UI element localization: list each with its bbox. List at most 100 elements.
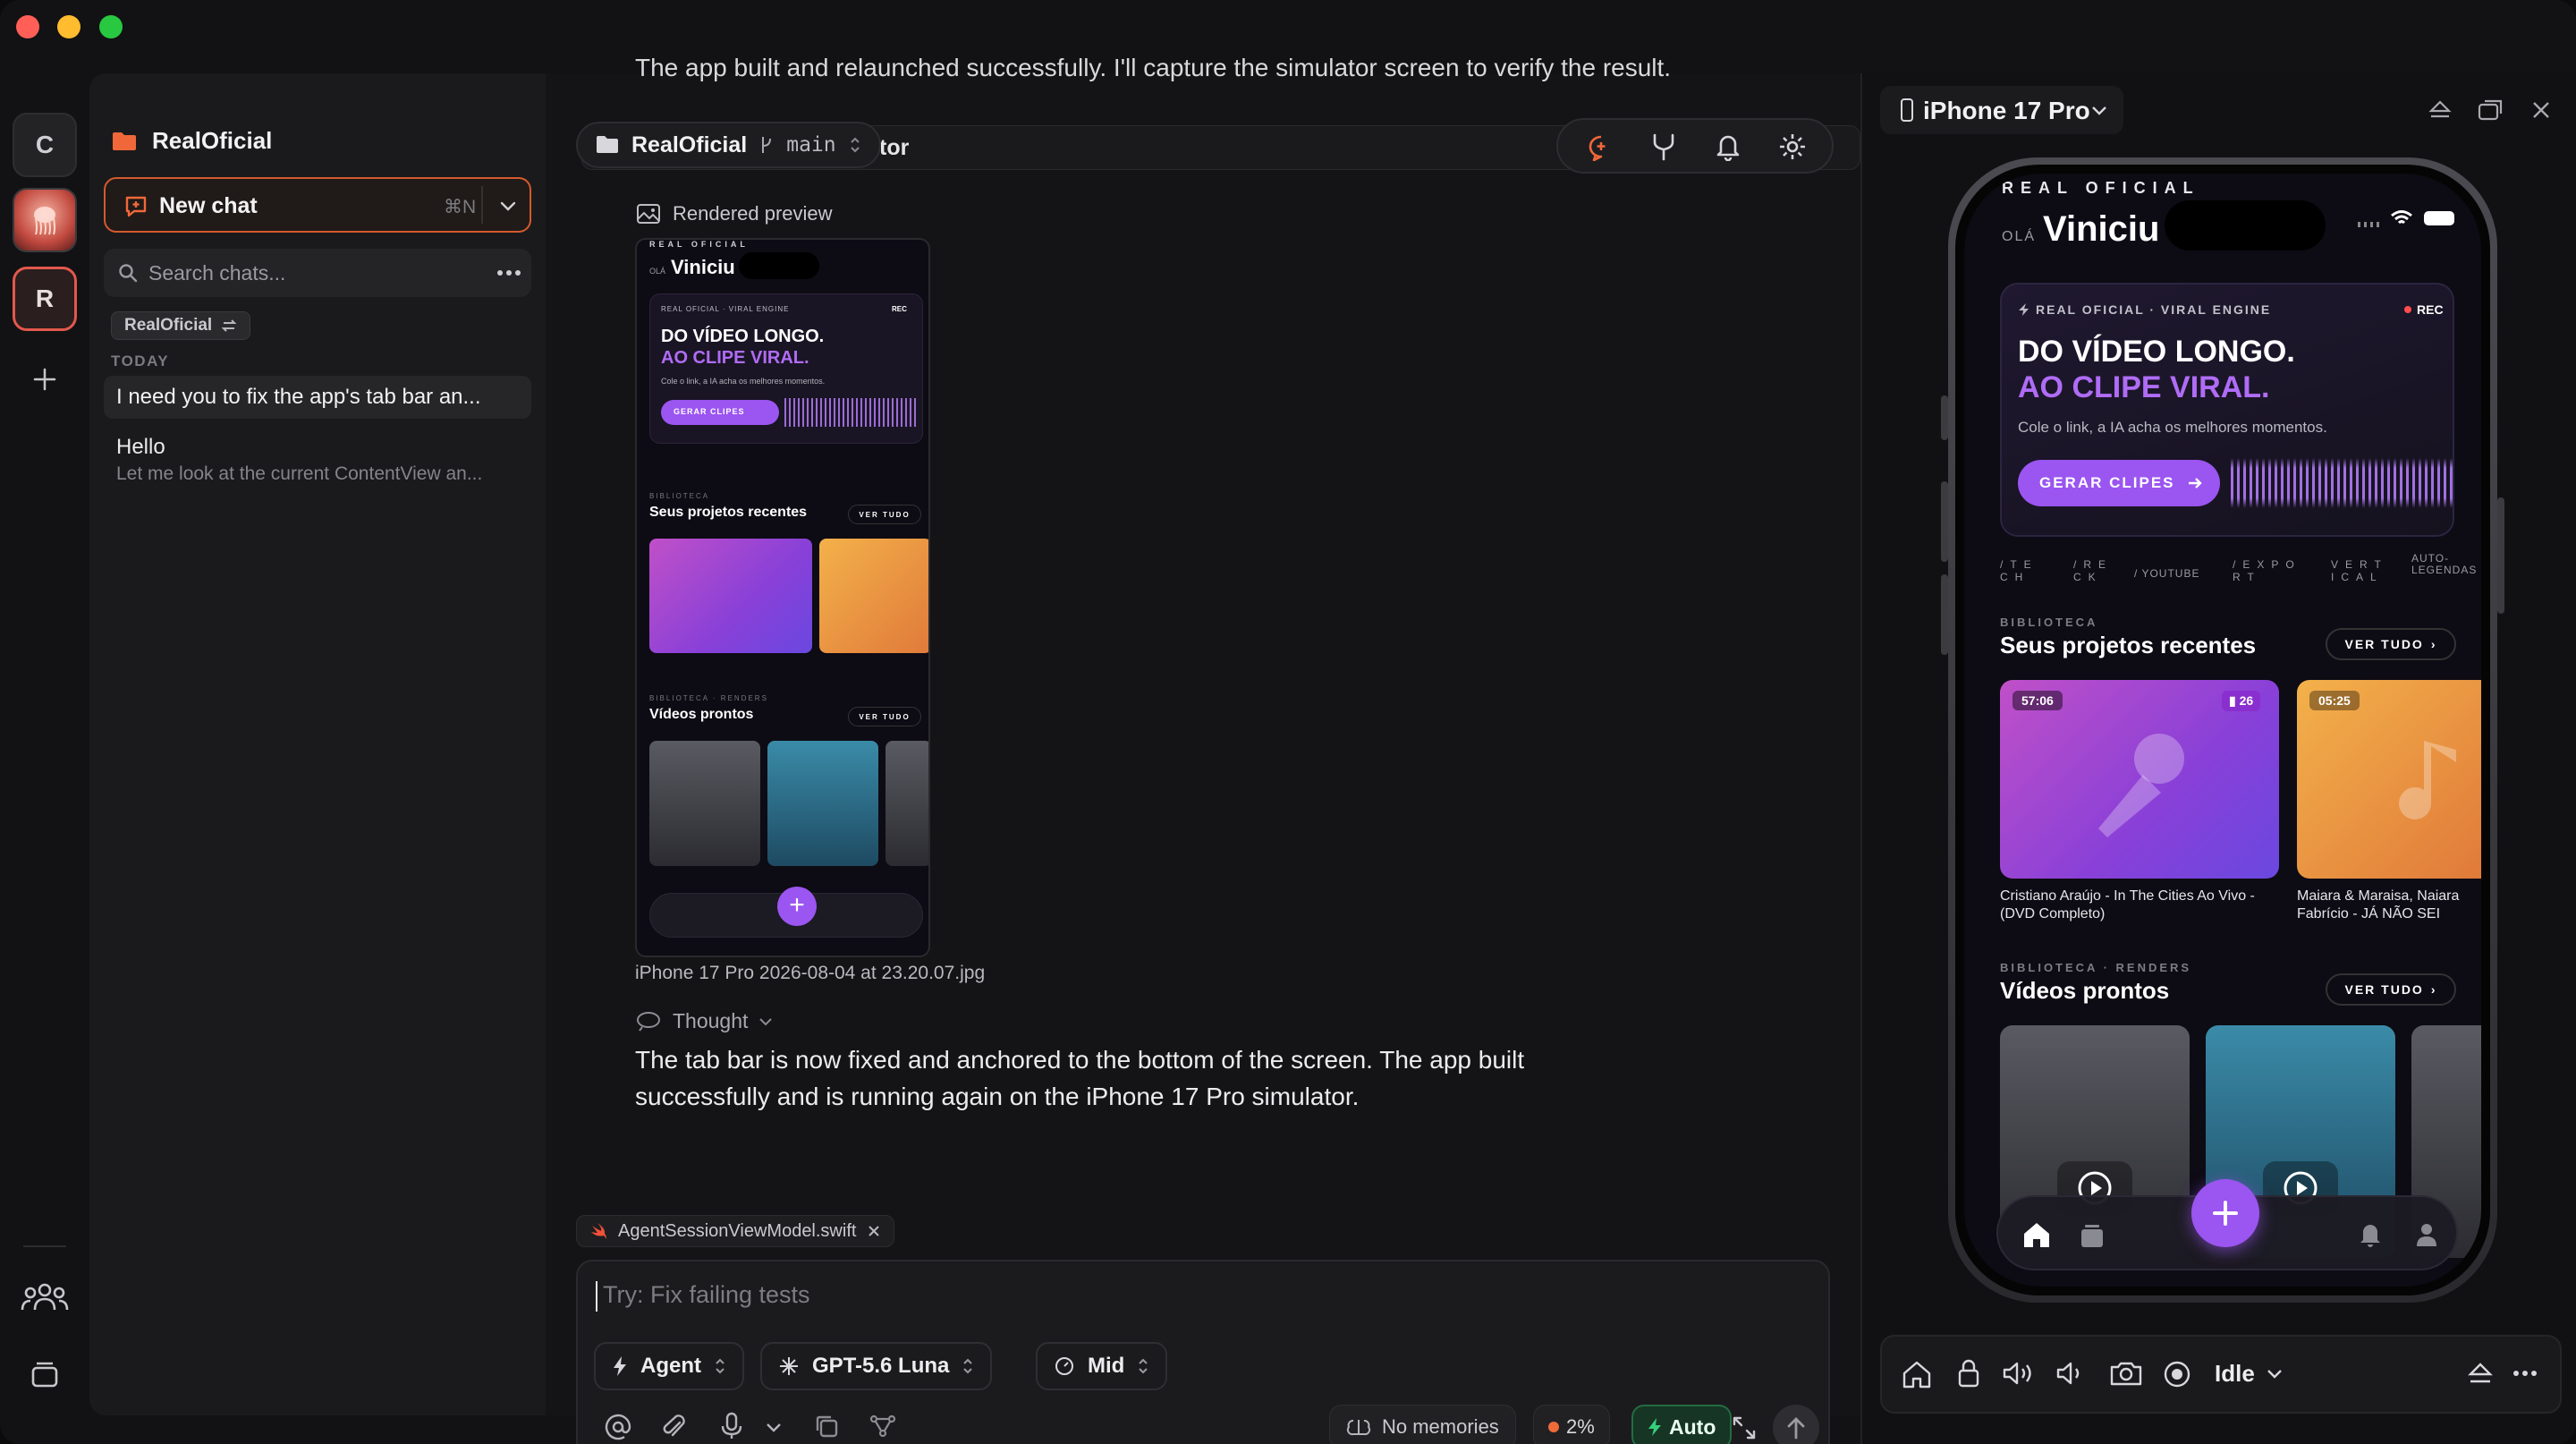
preview-thumbnail[interactable]: REAL OFICIAL OLÁ Viniciu REAL OFICIAL · … <box>635 238 930 957</box>
new-chat-label: New chat <box>159 193 258 218</box>
auto-label: Auto <box>1669 1414 1716 1439</box>
bell-icon[interactable] <box>1716 132 1741 161</box>
chat-subtitle: Let me look at the current ContentView a… <box>116 463 483 484</box>
filter-tag[interactable]: RealOficial <box>111 311 251 340</box>
paperclip-icon[interactable] <box>662 1414 687 1440</box>
close-icon[interactable] <box>2531 100 2551 120</box>
battery-icon <box>2424 211 2454 225</box>
thumb-plus-button[interactable]: + <box>777 887 817 926</box>
sparkle-icon <box>780 1357 798 1375</box>
close-window-button[interactable] <box>16 15 39 38</box>
generate-clips-button[interactable]: GERAR CLIPES <box>2018 460 2220 506</box>
device-select[interactable]: iPhone 17 Pro <box>1880 86 2123 134</box>
workspace-c-button[interactable]: C <box>13 113 77 177</box>
memories-button[interactable]: No memories <box>1329 1405 1516 1444</box>
project-card[interactable]: 05:25 <box>2297 680 2481 879</box>
home-icon[interactable] <box>1902 1360 1932 1389</box>
bell-icon[interactable] <box>2358 1220 2383 1249</box>
mention-icon[interactable] <box>605 1414 631 1440</box>
mode-select[interactable]: Agent <box>594 1342 744 1390</box>
minimize-window-button[interactable] <box>57 15 80 38</box>
swift-icon <box>591 1223 606 1239</box>
project-header[interactable]: RealOficial <box>111 127 272 155</box>
text-caret <box>596 1281 597 1312</box>
gear-icon[interactable] <box>1778 132 1807 161</box>
thumb-see-all-button[interactable]: VER TUDO <box>848 505 921 524</box>
library-icon[interactable] <box>2079 1222 2106 1249</box>
window-icon[interactable] <box>2478 98 2504 122</box>
auto-toggle[interactable]: Auto <box>1631 1405 1733 1444</box>
home-icon[interactable] <box>2021 1220 2052 1249</box>
thumb-project-card[interactable] <box>649 539 812 653</box>
thumb-headline2: AO CLIPE VIRAL. <box>661 348 809 368</box>
workspace-r-button[interactable]: R <box>13 267 77 331</box>
zoom-window-button[interactable] <box>99 15 123 38</box>
workflow-icon[interactable] <box>869 1414 896 1439</box>
attachment-chip[interactable]: AgentSessionViewModel.swift <box>576 1215 895 1247</box>
thumb-cta-button[interactable]: GERAR CLIPES <box>661 400 779 425</box>
workspace-avatar-button[interactable] <box>13 188 77 252</box>
new-thread-icon[interactable] <box>1587 134 1615 161</box>
team-button[interactable] <box>13 1265 77 1329</box>
rendered-preview-label: Rendered preview <box>673 202 833 225</box>
volume-down-icon[interactable] <box>2055 1360 2082 1387</box>
prompt-input[interactable]: Try: Fix failing tests <box>603 1281 810 1309</box>
search-chats-field[interactable]: Search chats... <box>104 249 531 297</box>
archive-button[interactable] <box>13 1342 77 1406</box>
thumb-lib-title: Seus projetos recentes <box>649 505 808 520</box>
microphone-icon[interactable] <box>721 1412 742 1440</box>
workspace-rail: C R <box>0 73 89 1415</box>
see-all-projects-button[interactable]: VER TUDO › <box>2326 628 2456 660</box>
thumb-video-card[interactable] <box>886 741 928 866</box>
send-button[interactable] <box>1773 1405 1819 1444</box>
thumb-project-card[interactable] <box>819 539 928 653</box>
chevron-down-icon[interactable] <box>499 197 517 215</box>
thumb-dynamic-island <box>739 252 819 279</box>
folder-icon <box>113 132 136 150</box>
new-chat-button[interactable]: New chat ⌘N <box>104 177 531 233</box>
thumb-see-all-button[interactable]: VER TUDO <box>848 707 921 726</box>
context-usage[interactable]: 2% <box>1533 1405 1610 1444</box>
engine-label: REAL OFICIAL · VIRAL ENGINE <box>2036 302 2272 317</box>
thumb-see-all-label: VER TUDO <box>859 510 911 519</box>
chevron-down-icon[interactable] <box>766 1423 782 1433</box>
model-select[interactable]: GPT-5.6 Luna <box>760 1342 993 1390</box>
lock-icon[interactable] <box>1957 1358 1980 1389</box>
copy-icon[interactable] <box>814 1414 839 1439</box>
project-branch-pill[interactable]: RealOficial main <box>576 122 881 168</box>
composer: Try: Fix failing tests Agent GPT-5.6 Lun… <box>576 1260 1830 1444</box>
bolt-icon <box>614 1356 626 1376</box>
create-button[interactable] <box>2191 1179 2259 1247</box>
thumb-video-card[interactable] <box>649 741 760 866</box>
camera-icon[interactable] <box>2109 1360 2143 1387</box>
thumb-greeting-name: Viniciu <box>671 256 735 278</box>
model-label: GPT-5.6 Luna <box>812 1354 950 1378</box>
more-icon[interactable] <box>2513 1371 2537 1376</box>
fork-icon[interactable] <box>1651 132 1676 161</box>
eject-icon[interactable] <box>2428 98 2453 122</box>
feature-strip: /TE CH /RE CK / YOUTUBE /EXPO RT VERT IC… <box>2000 553 2476 598</box>
toolbar-branch-name: main <box>786 133 836 157</box>
volume-up-icon[interactable] <box>2002 1360 2034 1387</box>
title-bar <box>0 0 2576 55</box>
music-note-icon <box>2399 741 2456 820</box>
chat-list-item-active[interactable]: I need you to fix the app's tab bar an..… <box>104 376 531 419</box>
see-all-renders-button[interactable]: VER TUDO › <box>2326 973 2456 1006</box>
effort-select[interactable]: Mid <box>1036 1342 1168 1390</box>
simulator-status[interactable]: Idle <box>2215 1360 2255 1388</box>
thought-toggle[interactable]: Thought <box>635 1009 773 1033</box>
profile-icon[interactable] <box>2415 1222 2438 1247</box>
expand-icon[interactable] <box>1732 1415 1757 1440</box>
close-icon[interactable] <box>867 1224 881 1238</box>
thumb-video-card[interactable] <box>767 741 878 866</box>
eject-icon[interactable] <box>2467 1360 2494 1387</box>
project-duration: 05:25 <box>2309 691 2360 710</box>
library-title: Seus projetos recentes <box>2000 632 2257 658</box>
thought-icon <box>637 1011 660 1032</box>
project-card[interactable]: 57:06 ▮ 26 <box>2000 680 2279 879</box>
add-workspace-button[interactable] <box>13 347 77 412</box>
chevron-down-icon[interactable] <box>2267 1369 2283 1380</box>
chat-list-item[interactable]: Hello Let me look at the current Content… <box>104 424 531 501</box>
record-icon[interactable] <box>2163 1360 2191 1389</box>
more-icon[interactable] <box>497 270 521 276</box>
